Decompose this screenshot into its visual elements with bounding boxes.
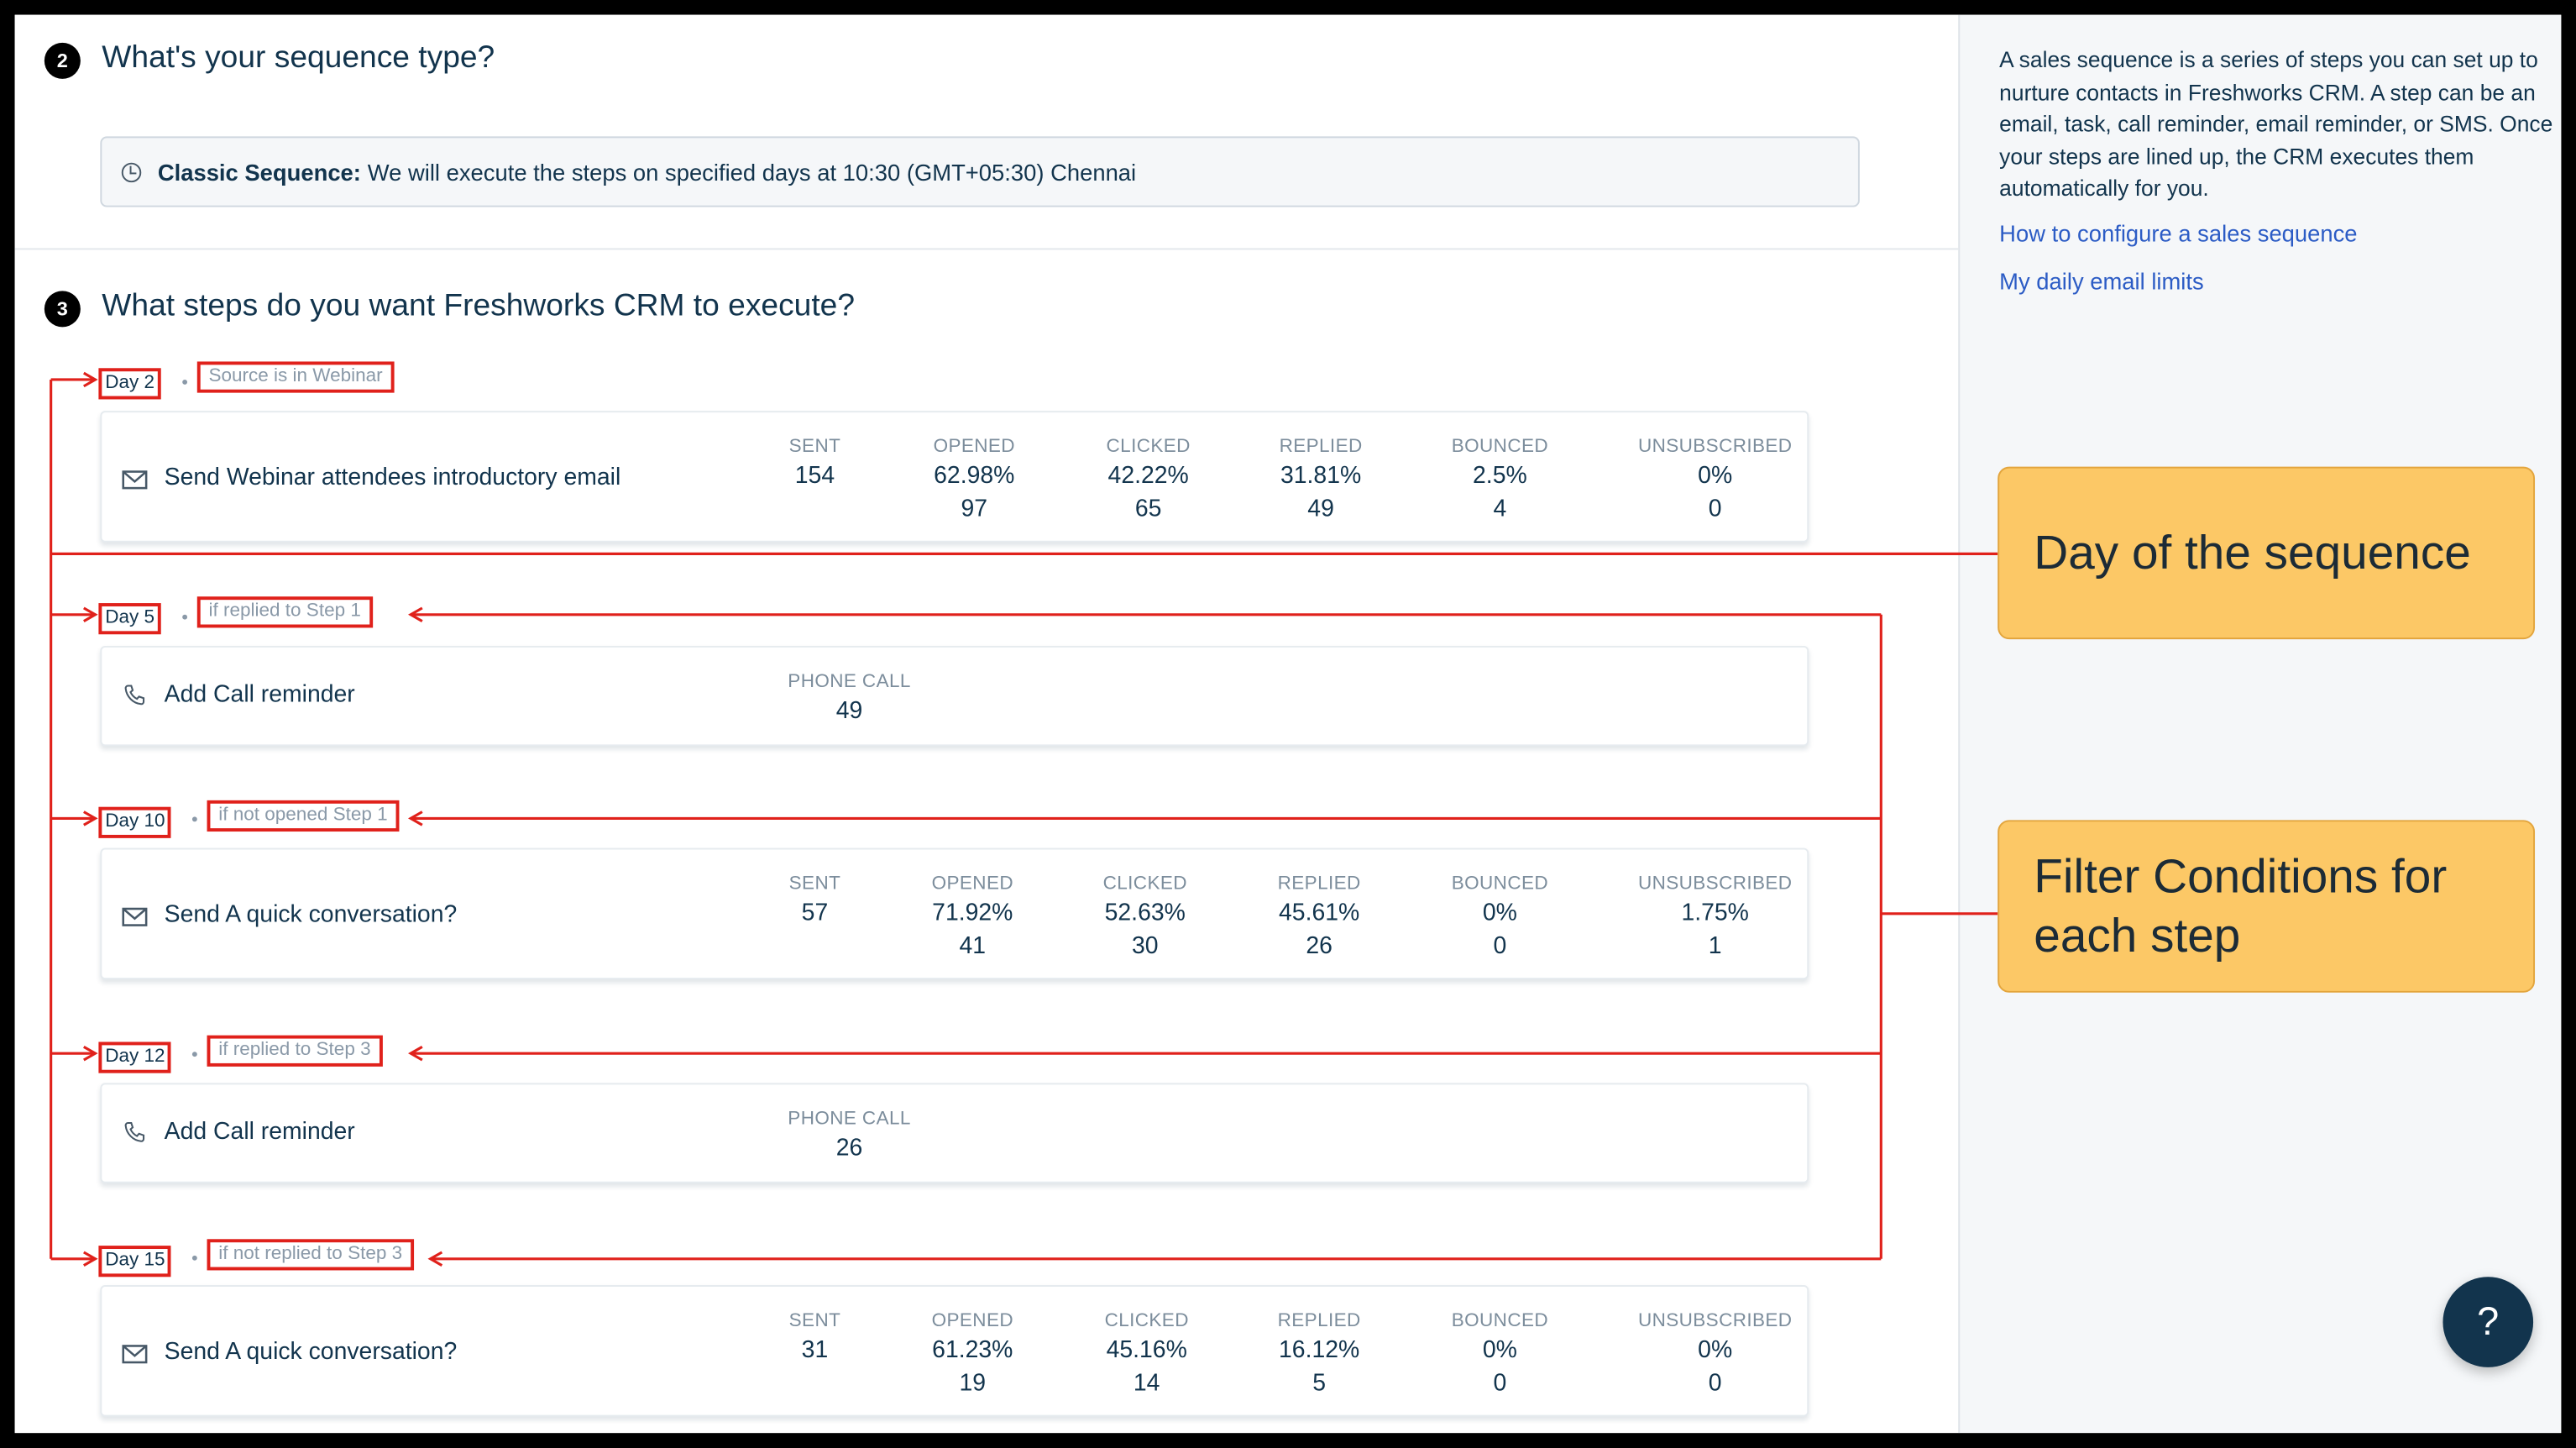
stage: 2 What's your sequence type? Classic Seq… [0,0,2576,1448]
annotation-overlay [50,371,1998,1267]
callout-day-of-sequence: Day of the sequence [1997,466,2536,640]
callout-filter-conditions: Filter Conditions for each step [1997,820,2536,993]
app-frame: 2 What's your sequence type? Classic Seq… [14,14,2562,1434]
help-button[interactable]: ? [2442,1277,2534,1367]
